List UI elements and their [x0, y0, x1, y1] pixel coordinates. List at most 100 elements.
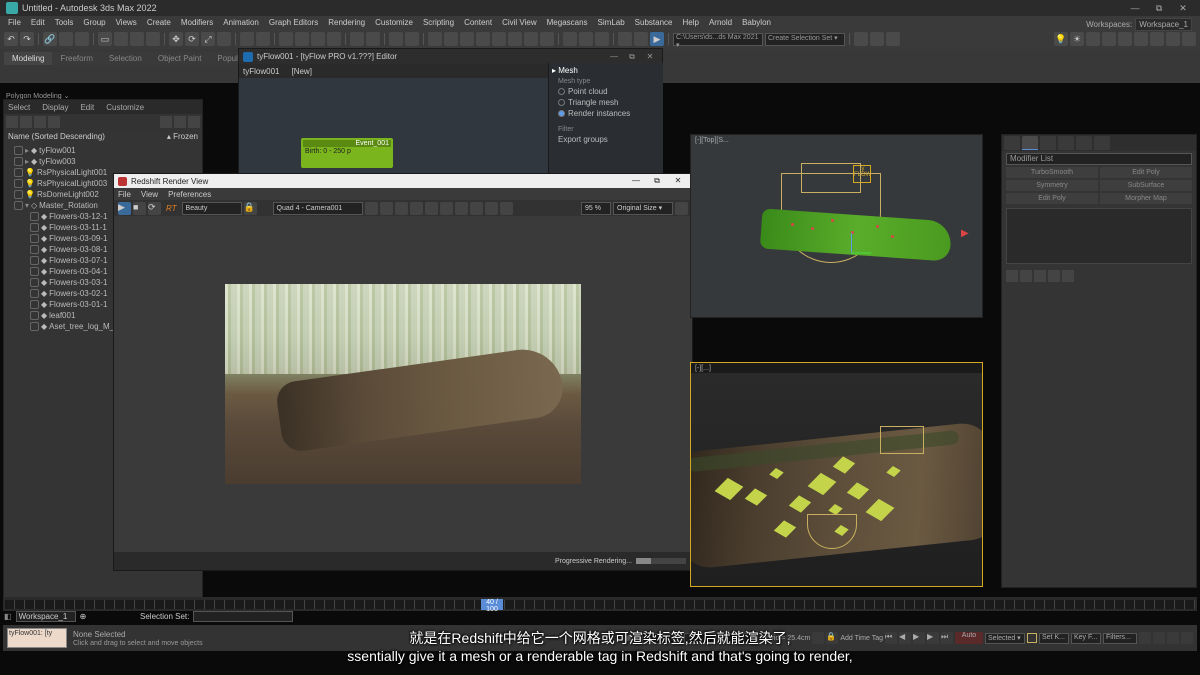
- key-selected[interactable]: Selected ▾: [985, 633, 1025, 644]
- rs-min-button[interactable]: —: [626, 176, 646, 186]
- scene-tb-4[interactable]: [48, 116, 60, 128]
- coord-z[interactable]: [726, 633, 758, 644]
- rs-ipr-button[interactable]: ⟳: [148, 202, 161, 215]
- selection-set-dropdown[interactable]: Create Selection Set ▾: [765, 33, 845, 46]
- tb-extra-3[interactable]: [886, 32, 900, 46]
- rs-ch5-button[interactable]: [470, 202, 483, 215]
- rs-ch7-button[interactable]: [500, 202, 513, 215]
- rs-cam-icon[interactable]: [1086, 32, 1100, 46]
- viewport-top[interactable]: [-][Top][S... tyFLOW ▶: [690, 134, 983, 318]
- selfilter-button[interactable]: [146, 32, 160, 46]
- rs-region-button[interactable]: [365, 202, 378, 215]
- rs-more-icon[interactable]: [1182, 32, 1196, 46]
- menu-megascans[interactable]: Megascans: [543, 17, 592, 28]
- rs-proxy-icon[interactable]: [1102, 32, 1116, 46]
- viewport-perspective[interactable]: [-][...]: [690, 362, 983, 587]
- coord-x[interactable]: [642, 633, 674, 644]
- menu-customize[interactable]: Customize: [371, 17, 417, 28]
- mesh-pointcloud[interactable]: Point cloud: [552, 86, 660, 97]
- goto-start-button[interactable]: ⏮: [885, 632, 897, 644]
- schematic-button[interactable]: [579, 32, 593, 46]
- cmd-tab-utilities[interactable]: [1094, 136, 1110, 150]
- rs-menu-prefs[interactable]: Preferences: [168, 190, 211, 199]
- prev-frame-button[interactable]: ◀: [899, 632, 911, 644]
- scene-menu-display[interactable]: Display: [42, 103, 68, 112]
- unlink-button[interactable]: [59, 32, 73, 46]
- rs-ch2-button[interactable]: [425, 202, 438, 215]
- mod-btn-4[interactable]: Edit Poly: [1006, 193, 1098, 204]
- workspace-add-icon[interactable]: ⊕: [80, 612, 87, 621]
- tb-extra-2[interactable]: [870, 32, 884, 46]
- named-sel-button[interactable]: [350, 32, 364, 46]
- layer-color-blue[interactable]: [508, 32, 522, 46]
- rs-preset-dropdown[interactable]: Beauty: [182, 202, 242, 215]
- nav-zoom-icon[interactable]: [1153, 632, 1165, 644]
- render-button[interactable]: ▶: [650, 32, 664, 46]
- rs-vol-icon[interactable]: [1118, 32, 1132, 46]
- menu-animation[interactable]: Animation: [219, 17, 263, 28]
- mod-btn-1[interactable]: Edit Poly: [1100, 167, 1192, 178]
- move-button[interactable]: ✥: [169, 32, 183, 46]
- menu-content[interactable]: Content: [460, 17, 496, 28]
- mod-btn-3[interactable]: SubSurface: [1100, 180, 1192, 191]
- menu-simlab[interactable]: SimLab: [594, 17, 629, 28]
- mesh-export[interactable]: Export groups: [552, 134, 660, 145]
- rs-opt-icon[interactable]: [1150, 32, 1164, 46]
- layer-color-red[interactable]: [428, 32, 442, 46]
- ribbon-tab-objectpaint[interactable]: Object Paint: [150, 52, 210, 65]
- lock-icon[interactable]: 🔒: [826, 632, 838, 644]
- play-button[interactable]: ▶: [913, 632, 925, 644]
- pctsnap-button[interactable]: [311, 32, 325, 46]
- nav-pan-icon[interactable]: [1139, 632, 1151, 644]
- menu-views[interactable]: Views: [112, 17, 141, 28]
- layer-color-green[interactable]: [476, 32, 490, 46]
- mod-btn-2[interactable]: Symmetry: [1006, 180, 1098, 191]
- mesh-instances[interactable]: Render instances: [552, 108, 660, 119]
- workspace-field[interactable]: Workspace_1: [16, 611, 76, 622]
- nav-max-icon[interactable]: [1181, 632, 1193, 644]
- snap-button[interactable]: [279, 32, 293, 46]
- rs-zoom-pct[interactable]: 95 %: [581, 202, 611, 215]
- vp-top-label[interactable]: [-][Top][S...: [695, 137, 729, 144]
- rs-size-dropdown[interactable]: Original Size ▾: [613, 202, 673, 215]
- coord-y[interactable]: [684, 633, 716, 644]
- modifier-list-dropdown[interactable]: Modifier List: [1006, 153, 1192, 165]
- rotate-button[interactable]: ⟳: [185, 32, 199, 46]
- render-frame-button[interactable]: [634, 32, 648, 46]
- vp-pers-label[interactable]: [-][...]: [695, 365, 711, 372]
- rs-ch6-button[interactable]: [485, 202, 498, 215]
- stack-config-icon[interactable]: [1062, 270, 1074, 282]
- refcoord-button[interactable]: [240, 32, 254, 46]
- isolate-icon[interactable]: [812, 632, 824, 644]
- mod-btn-0[interactable]: TurboSmooth: [1006, 167, 1098, 178]
- next-frame-button[interactable]: ▶: [927, 632, 939, 644]
- scene-menu-edit[interactable]: Edit: [80, 103, 94, 112]
- selection-set-field[interactable]: [193, 611, 293, 622]
- scene-name-col[interactable]: Name (Sorted Descending): [8, 132, 105, 141]
- workspace-dropdown[interactable]: Workspace_1: [1135, 18, 1192, 31]
- rs-aov-button[interactable]: [395, 202, 408, 215]
- time-tag[interactable]: Add Time Tag: [840, 635, 883, 642]
- tree-item-tyflow003[interactable]: ▸◆tyFlow003: [6, 156, 200, 167]
- rs-menu-file[interactable]: File: [118, 190, 131, 199]
- scene-tb-7[interactable]: [188, 116, 200, 128]
- rs-close-button[interactable]: ✕: [668, 176, 688, 186]
- close-button[interactable]: ✕: [1172, 1, 1194, 15]
- scene-menu-customize[interactable]: Customize: [106, 103, 144, 112]
- key-filters[interactable]: Key F...: [1071, 633, 1101, 644]
- rs-env-icon[interactable]: [1134, 32, 1148, 46]
- rs-lock-button[interactable]: 🔒: [244, 202, 257, 215]
- rs-ch4-button[interactable]: [455, 202, 468, 215]
- rs-snapshot-button[interactable]: [380, 202, 393, 215]
- scene-tb-5[interactable]: [160, 116, 172, 128]
- scene-tb-2[interactable]: [20, 116, 32, 128]
- tyflow-tab-new[interactable]: [New]: [291, 67, 311, 76]
- rs-max-button[interactable]: ⧉: [647, 176, 667, 186]
- redo-button[interactable]: ↷: [20, 32, 34, 46]
- menu-create[interactable]: Create: [143, 17, 175, 28]
- menu-rendering[interactable]: Rendering: [324, 17, 369, 28]
- minimize-button[interactable]: —: [1124, 1, 1146, 15]
- stack-remove-icon[interactable]: [1048, 270, 1060, 282]
- rs-menu-view[interactable]: View: [141, 190, 158, 199]
- curve-editor-button[interactable]: [563, 32, 577, 46]
